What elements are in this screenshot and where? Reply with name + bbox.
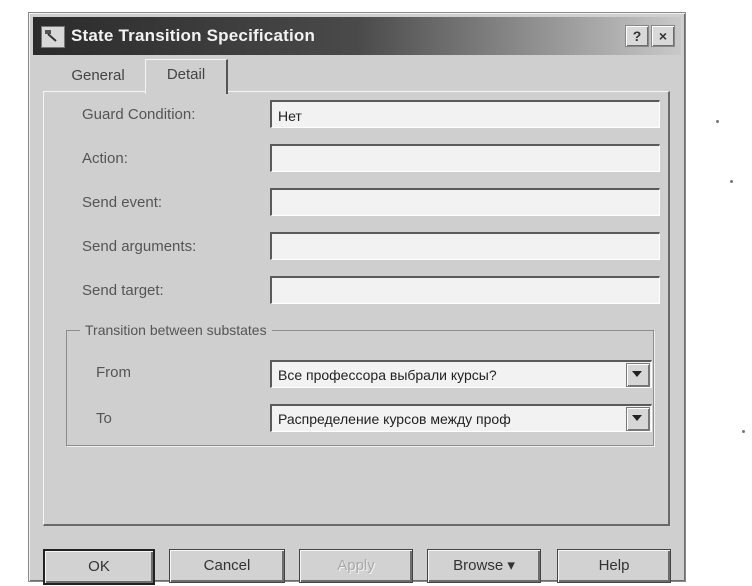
- send-arguments-input[interactable]: [270, 232, 660, 260]
- state-transition-dialog: State Transition Specification ? × Gener…: [28, 12, 686, 585]
- send-event-label: Send event:: [82, 194, 163, 211]
- background-speck: [730, 180, 733, 183]
- send-target-label: Send target:: [82, 282, 164, 299]
- browse-button[interactable]: Browse ▾: [427, 549, 541, 583]
- from-select[interactable]: Все профессора выбрали курсы?: [270, 360, 652, 388]
- to-select-value: Распределение курсов между проф: [278, 411, 511, 427]
- apply-button[interactable]: Apply: [299, 549, 413, 583]
- send-arguments-label: Send arguments:: [82, 238, 197, 255]
- close-icon[interactable]: ×: [651, 25, 675, 47]
- action-label: Action:: [82, 150, 128, 167]
- chevron-down-icon[interactable]: [626, 363, 650, 387]
- send-event-input[interactable]: [270, 188, 660, 216]
- window-title: State Transition Specification: [71, 26, 316, 45]
- from-label: From: [96, 364, 131, 381]
- title-bar[interactable]: State Transition Specification ? ×: [33, 17, 681, 55]
- help-icon[interactable]: ?: [625, 25, 649, 47]
- help-button[interactable]: Help: [557, 549, 671, 583]
- ok-button[interactable]: OK: [43, 549, 155, 585]
- background-speck: [716, 120, 719, 123]
- tab-detail[interactable]: Detail: [145, 59, 228, 94]
- substates-group-title: Transition between substates: [80, 322, 272, 338]
- chevron-down-icon[interactable]: [626, 407, 650, 431]
- cancel-button[interactable]: Cancel: [169, 549, 285, 583]
- action-input[interactable]: [270, 144, 660, 172]
- from-select-value: Все профессора выбрали курсы?: [278, 367, 497, 383]
- guard-condition-input[interactable]: Нет: [270, 100, 660, 128]
- to-select[interactable]: Распределение курсов между проф: [270, 404, 652, 432]
- send-target-input[interactable]: [270, 276, 660, 304]
- detail-panel: Guard Condition: Нет Action: Send event:…: [43, 91, 670, 526]
- app-icon: [41, 26, 65, 48]
- tab-general[interactable]: General: [59, 61, 137, 91]
- to-label: To: [96, 410, 112, 427]
- guard-condition-label: Guard Condition:: [82, 106, 196, 123]
- background-speck: [742, 430, 745, 433]
